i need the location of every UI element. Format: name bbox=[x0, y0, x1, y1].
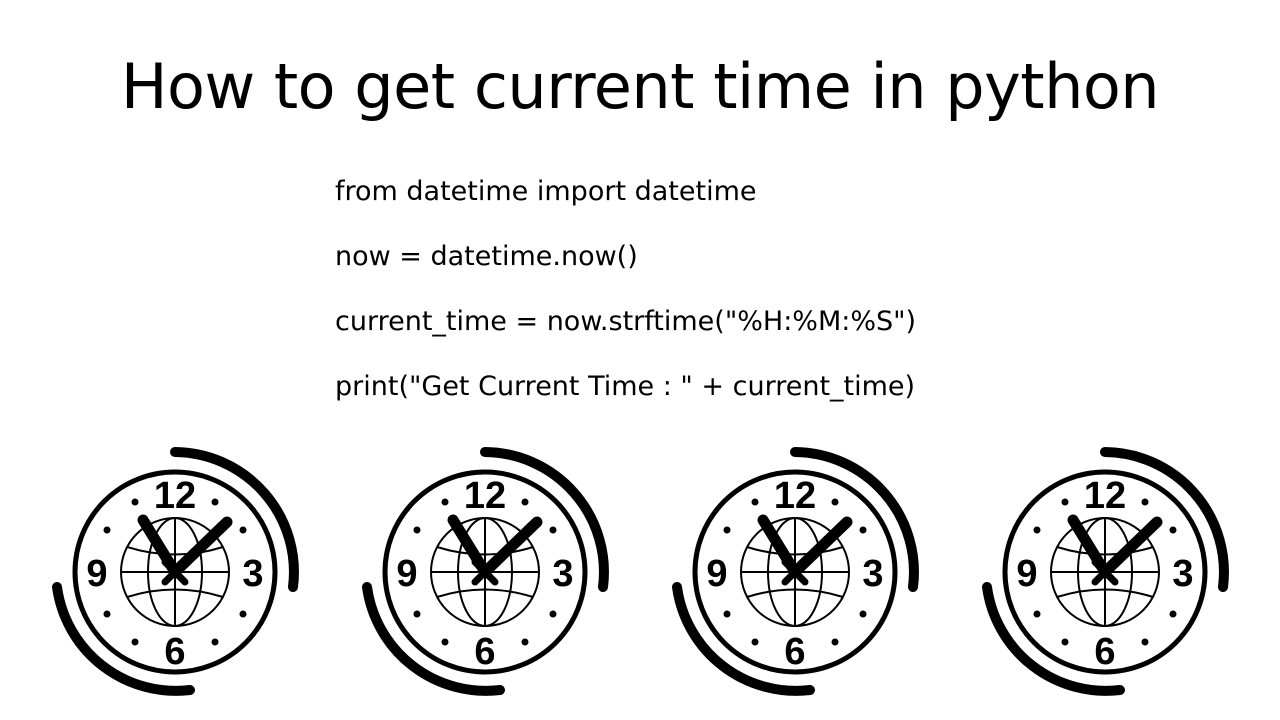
svg-text:6: 6 bbox=[474, 631, 495, 673]
svg-text:3: 3 bbox=[242, 553, 263, 595]
code-block: from datetime import datetime now = date… bbox=[335, 178, 1280, 400]
code-line-2: now = datetime.now() bbox=[335, 243, 1280, 270]
code-line-1: from datetime import datetime bbox=[335, 178, 1280, 205]
svg-text:9: 9 bbox=[86, 553, 107, 595]
clock-icon: 12 3 6 9 bbox=[655, 442, 935, 702]
svg-text:9: 9 bbox=[1016, 553, 1037, 595]
code-line-3: current_time = now.strftime("%H:%M:%S") bbox=[335, 308, 1280, 335]
code-line-4: print("Get Current Time : " + current_ti… bbox=[335, 373, 1280, 400]
svg-text:6: 6 bbox=[784, 631, 805, 673]
svg-text:12: 12 bbox=[154, 475, 196, 517]
page-title: How to get current time in python bbox=[0, 0, 1280, 123]
svg-text:9: 9 bbox=[706, 553, 727, 595]
svg-text:3: 3 bbox=[552, 553, 573, 595]
clock-icon: 12 3 6 9 bbox=[345, 442, 625, 702]
svg-text:12: 12 bbox=[1084, 475, 1126, 517]
svg-text:12: 12 bbox=[774, 475, 816, 517]
clock-icon: 12 3 6 9 bbox=[965, 442, 1245, 702]
svg-text:3: 3 bbox=[862, 553, 883, 595]
clock-icon: 12 3 6 9 bbox=[35, 442, 315, 702]
svg-text:6: 6 bbox=[1094, 631, 1115, 673]
svg-text:12: 12 bbox=[464, 475, 506, 517]
svg-text:3: 3 bbox=[1172, 553, 1193, 595]
clocks-row: 12 3 6 9 bbox=[0, 442, 1280, 702]
svg-text:6: 6 bbox=[164, 631, 185, 673]
svg-text:9: 9 bbox=[396, 553, 417, 595]
